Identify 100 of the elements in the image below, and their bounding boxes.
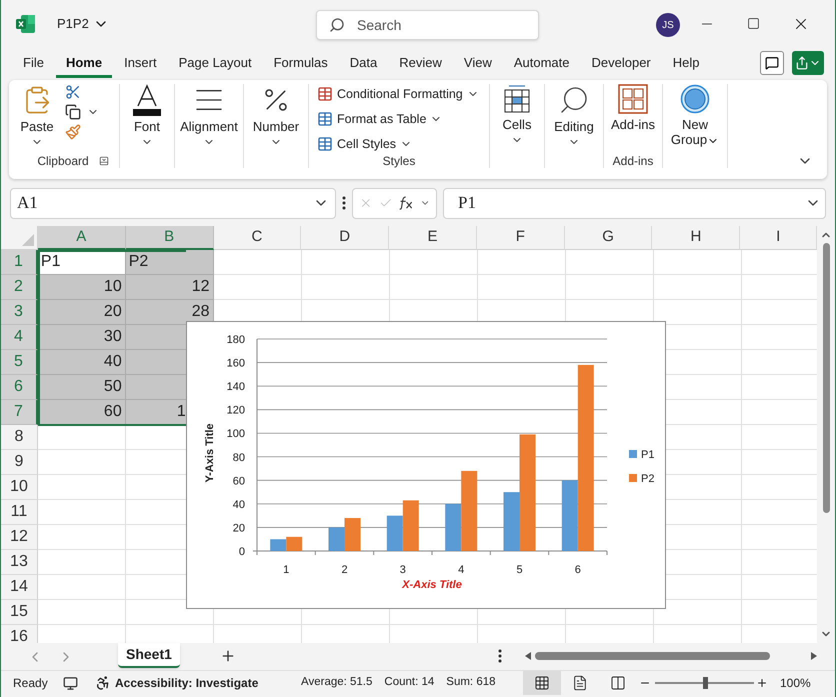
dialog-launcher-icon[interactable] [98,156,109,166]
menu-tab[interactable]: Formulas [264,50,338,78]
column-header[interactable]: E [389,226,477,250]
file-name-button[interactable]: P1P2 [57,14,109,34]
table-cell[interactable]: 30 [38,325,126,350]
view-button[interactable] [523,671,561,695]
new-group-button[interactable]: New Group [665,80,725,147]
table-cell[interactable]: 50 [38,375,126,400]
menu-tab[interactable]: Data [340,50,388,78]
table-cell[interactable] [126,350,186,375]
table-cell[interactable]: P2 [126,250,214,275]
axis-label: 140 [226,381,245,394]
menu-tab[interactable]: Insert [114,50,167,78]
row-header[interactable]: 13 [1,550,38,575]
macro-recording-icon[interactable] [63,676,78,691]
alignment-button[interactable]: Alignment [177,80,241,152]
row-header[interactable]: 7 [1,400,38,425]
menu-tab[interactable]: Review [389,50,452,78]
editing-button[interactable]: Editing [547,80,601,152]
row-header[interactable]: 1 [1,250,38,275]
number-button[interactable]: Number [248,80,304,152]
styles-menu-button[interactable]: Cell Styles [317,134,412,154]
more-icon [498,649,502,663]
status-text: Ready [13,675,48,692]
menu-tab[interactable]: File [13,50,54,78]
column-header[interactable]: A [38,226,126,250]
row-header[interactable]: 5 [1,350,38,375]
sheet-tab[interactable]: Sheet1 [118,643,180,668]
add-ins-icon [618,84,648,114]
table-cell[interactable]: 60 [38,400,126,425]
table-cell[interactable]: 1 [126,400,186,425]
zoom-slider[interactable] [655,677,754,689]
paste-button[interactable]: Paste [17,80,57,152]
avatar[interactable]: JS [656,13,680,37]
table-cell[interactable]: 20 [38,300,126,325]
table-cell[interactable]: 28 [126,300,214,325]
menu-tab[interactable]: Page Layout [168,50,262,78]
column-header[interactable]: B [126,226,214,250]
font-button[interactable]: Font [122,80,172,152]
slider-thumb[interactable] [702,677,708,689]
circle-icon [680,84,710,114]
row-header[interactable]: 6 [1,375,38,400]
table-cell[interactable] [126,325,186,350]
legend-label: P1 [641,449,654,461]
function-icon[interactable] [398,195,414,211]
status-stat: Count: 14 [384,675,434,690]
row-header[interactable]: 12 [1,525,38,550]
accessibility-button[interactable]: Accessibility: Investigate [95,674,258,692]
axis-label: 180 [226,334,245,346]
row-header[interactable]: 8 [1,425,38,450]
add-ins-button[interactable]: Add-ins [605,80,661,152]
maximize-icon[interactable] [747,17,760,30]
axis-label: 80 [232,452,245,464]
menu-tab[interactable]: Automate [504,50,580,78]
row-header[interactable]: 2 [1,275,38,300]
table-cell[interactable]: 40 [38,350,126,375]
row-header[interactable]: 4 [1,325,38,350]
table-style-icon [317,86,333,102]
axis-label: 0 [238,546,245,558]
row-header[interactable]: 3 [1,300,38,325]
group-label: Clipboard [37,153,89,170]
scroll-left-icon [525,652,531,660]
legend-swatch [629,474,637,482]
group-label: Styles [382,153,416,170]
bar [328,527,344,551]
menu-tab[interactable]: Help [662,50,710,78]
column-header[interactable]: C [214,226,302,250]
comments-button[interactable] [760,51,784,75]
column-header[interactable]: F [476,226,565,250]
row-header[interactable]: 11 [1,500,38,525]
menu-tab[interactable]: Developer [582,50,661,78]
table-style-icon [317,136,333,152]
table-cell[interactable]: 12 [126,275,214,300]
row-header[interactable]: 9 [1,450,38,475]
row-header[interactable]: 14 [1,575,38,600]
status-stat: Sum: 618 [446,675,496,690]
add-sheet-icon[interactable] [220,648,236,664]
formula-field[interactable]: P1 [443,188,826,218]
status-stat: Average: 51.5 [301,675,372,690]
search-field[interactable]: Search [316,10,539,40]
row-header[interactable]: 10 [1,475,38,500]
name-box[interactable]: A1 [10,188,336,218]
share-button[interactable] [792,51,824,75]
menu-tab[interactable]: View [454,50,502,78]
column-header[interactable]: D [301,226,390,250]
column-header[interactable]: G [564,226,652,250]
axis-label: 5 [516,564,523,576]
table-cell[interactable] [126,375,186,400]
table-cell[interactable]: 10 [38,275,126,300]
row-header[interactable]: 16 [1,625,38,643]
styles-menu-button[interactable]: Format as Table [317,110,442,128]
column-header[interactable]: H [652,226,740,250]
axis-label: 100 [226,428,245,440]
zoom-in-icon[interactable] [756,677,768,689]
styles-menu-button[interactable]: Conditional Formatting [317,85,479,104]
copy-icon[interactable] [65,104,81,120]
row-header[interactable]: 15 [1,600,38,625]
cells-button[interactable]: Cells [492,80,542,152]
scissors-icon[interactable] [65,84,81,100]
grid-icon [534,675,550,691]
